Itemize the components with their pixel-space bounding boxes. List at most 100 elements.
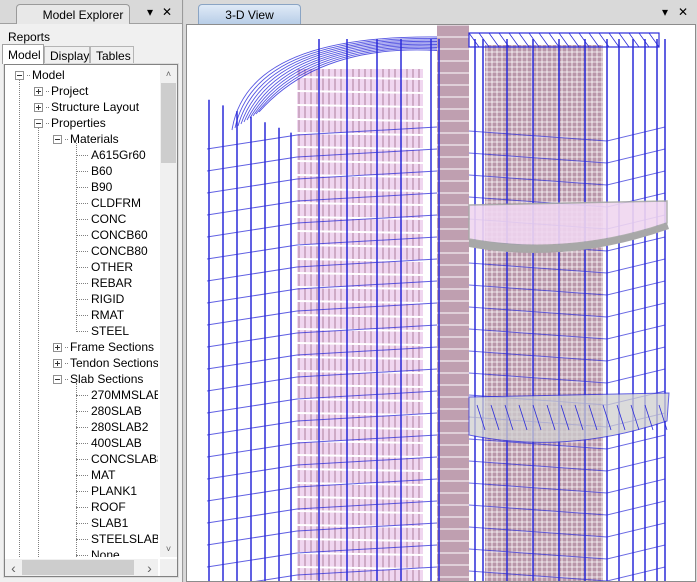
tree-connector — [76, 538, 88, 540]
tree-vertical-scrollbar[interactable]: ˄ ˅ — [160, 65, 177, 557]
tree-node-tendon-sections[interactable]: Tendon Sections — [53, 355, 158, 371]
expand-icon[interactable] — [53, 358, 62, 368]
material-item[interactable]: OTHER — [76, 259, 133, 275]
tab-3d-view[interactable]: 3-D View — [198, 4, 301, 25]
truss-diagonal — [588, 32, 600, 48]
tree-node-frame-sections[interactable]: Frame Sections — [53, 339, 154, 355]
tree-node-slab-sections[interactable]: Slab Sections — [53, 371, 143, 387]
tree-node-structure-layout[interactable]: Structure Layout — [34, 99, 139, 115]
tree-connector — [46, 106, 49, 108]
expand-icon[interactable] — [34, 86, 43, 96]
slab-section-item[interactable]: None — [76, 547, 120, 557]
material-item[interactable]: CONCB80 — [76, 243, 148, 259]
slab-section-item[interactable]: STEELSLAB — [76, 531, 158, 547]
material-item[interactable]: REBAR — [76, 275, 132, 291]
tree-node-label: Structure Layout — [51, 100, 140, 114]
tree-connector — [76, 426, 88, 428]
tab-display[interactable]: Display — [44, 46, 90, 64]
collapse-icon[interactable] — [53, 374, 62, 384]
scroll-right-icon[interactable]: › — [141, 559, 158, 576]
panel-menu-dropdown-icon[interactable]: ▾ — [143, 4, 157, 20]
tree-connector — [76, 282, 88, 284]
3d-view-panel: 3-D View ▾ ✕ — [184, 0, 697, 582]
material-item[interactable]: CONCB60 — [76, 227, 148, 243]
tree-guide-line — [38, 127, 39, 557]
tree-node-label: Materials — [70, 132, 119, 146]
material-item[interactable]: RMAT — [76, 307, 124, 323]
view-menu-dropdown-icon[interactable]: ▾ — [658, 4, 672, 20]
slab-section-item[interactable]: SLAB1 — [76, 515, 128, 531]
collapse-icon[interactable] — [15, 70, 24, 80]
horizontal-scroll-thumb[interactable] — [22, 560, 134, 575]
expand-icon[interactable] — [53, 342, 62, 352]
scroll-down-icon[interactable]: ˅ — [160, 540, 177, 557]
scroll-left-icon[interactable]: ‹ — [5, 559, 22, 576]
truss-diagonal — [608, 32, 620, 48]
tree-connector — [76, 506, 88, 508]
collapse-icon[interactable] — [53, 134, 62, 144]
slab-section-item[interactable]: 280SLAB — [76, 403, 142, 419]
tree-leaf-label: RIGID — [91, 292, 125, 306]
material-item[interactable]: CONC — [76, 211, 126, 227]
expand-icon[interactable] — [34, 102, 43, 112]
tree-horizontal-scrollbar[interactable]: ‹ › — [5, 559, 158, 576]
tree-connector — [65, 138, 68, 140]
tab-3d-view-label: 3-D View — [225, 8, 274, 22]
material-item[interactable]: B60 — [76, 163, 112, 179]
tree-node-project[interactable]: Project — [34, 83, 88, 99]
slab-section-item[interactable]: PLANK1 — [76, 483, 137, 499]
tree-connector — [76, 170, 88, 172]
material-item[interactable]: RIGID — [76, 291, 124, 307]
tree-connector — [46, 122, 49, 124]
material-item[interactable]: STEEL — [76, 323, 129, 339]
vertical-scroll-thumb[interactable] — [161, 83, 176, 163]
material-item[interactable]: B90 — [76, 179, 112, 195]
truss-diagonal — [518, 32, 530, 48]
tree-connector — [65, 378, 68, 380]
slab-section-item[interactable]: 400SLAB — [76, 435, 142, 451]
tree-leaf-label: CONC — [91, 212, 127, 226]
tree-connector — [76, 474, 88, 476]
tree-connector — [76, 218, 88, 220]
tree-connector — [76, 154, 88, 156]
collapse-icon[interactable] — [34, 118, 43, 128]
tab-model[interactable]: Model — [2, 44, 44, 64]
3d-model-canvas[interactable] — [186, 24, 696, 582]
view-close-icon[interactable]: ✕ — [676, 4, 690, 20]
slab-section-item[interactable]: ROOF — [76, 499, 126, 515]
material-item[interactable]: CLDFRM — [76, 195, 141, 211]
material-item[interactable]: A615Gr60 — [76, 147, 146, 163]
tree-connector — [76, 266, 88, 268]
tree-guide-line — [19, 79, 20, 557]
tree-leaf-label: ROOF — [91, 500, 126, 514]
tree-connector — [76, 522, 88, 524]
tab-tables[interactable]: Tables — [90, 46, 134, 64]
tree-leaf-label: CONCB60 — [91, 228, 148, 242]
truss-diagonal — [538, 32, 550, 48]
scroll-up-icon[interactable]: ˄ — [160, 65, 177, 82]
slab-section-item[interactable]: 280SLAB2 — [76, 419, 148, 435]
lower-transfer-deck — [468, 392, 670, 443]
slab-section-item[interactable]: 270MMSLAB — [76, 387, 158, 403]
tree-connector — [76, 298, 88, 300]
panel-close-icon[interactable]: ✕ — [160, 4, 174, 20]
app-window: Model Explorer ▾ ✕ Reports Display Table… — [0, 0, 697, 582]
tree-connector — [76, 458, 88, 460]
tree-connector — [76, 330, 88, 332]
model-explorer-title-tab[interactable]: Model Explorer — [16, 4, 130, 24]
truss-diagonal — [568, 32, 580, 48]
tree-node-label: Project — [51, 84, 89, 98]
slab-section-item[interactable]: CONCSLAB87 — [76, 451, 158, 467]
tree-node-properties[interactable]: Properties — [34, 115, 106, 131]
tree-leaf-label: 280SLAB — [91, 404, 142, 418]
tree-node-model[interactable]: Model — [15, 67, 65, 83]
tree-node-materials[interactable]: Materials — [53, 131, 119, 147]
truss-diagonal — [548, 32, 560, 48]
slab-section-item[interactable]: MAT — [76, 467, 115, 483]
tab-model-label: Model — [8, 47, 41, 62]
truss-diagonal — [558, 32, 570, 48]
tree-viewport: Model Project Structure Layout Propertie… — [5, 65, 158, 557]
tab-reports[interactable]: Reports — [2, 27, 50, 45]
tree-connector — [76, 186, 88, 188]
tree-leaf-label: B60 — [91, 164, 113, 178]
